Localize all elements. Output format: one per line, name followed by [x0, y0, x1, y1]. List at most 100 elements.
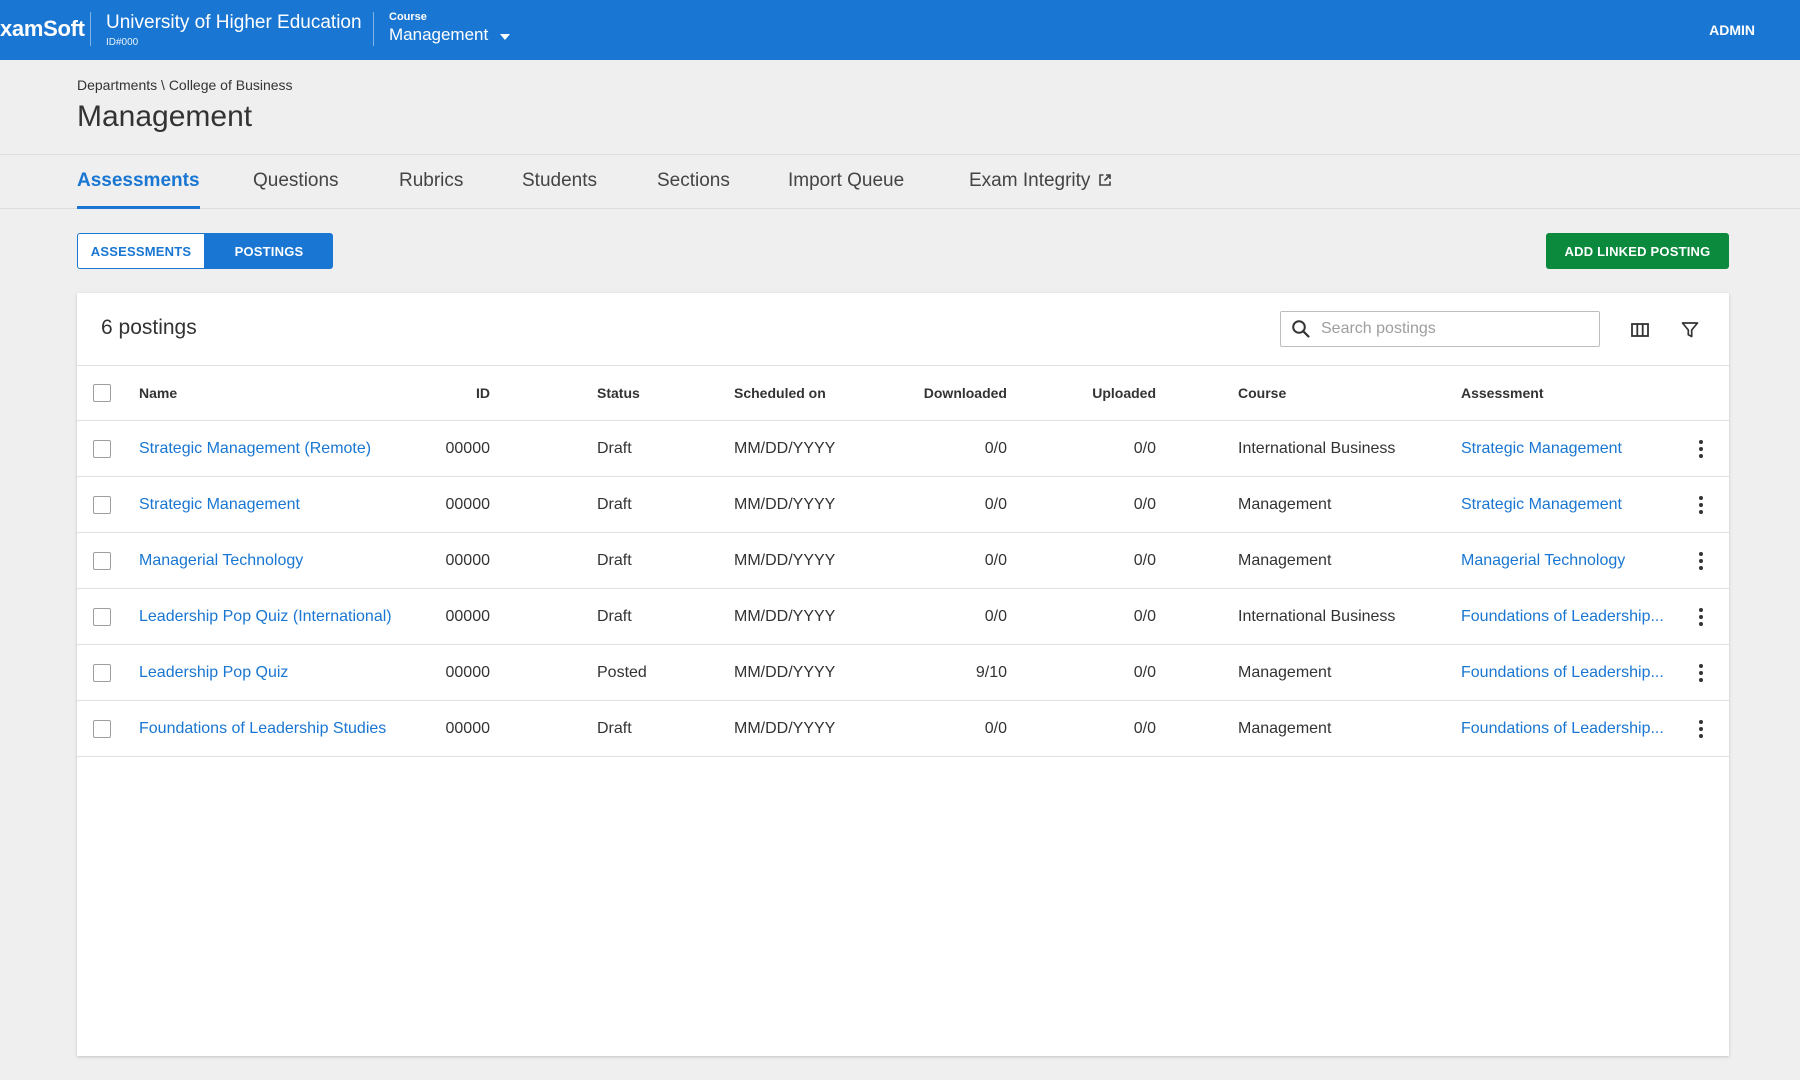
posting-name-link[interactable]: Strategic Management: [139, 477, 300, 532]
posting-downloaded: 0/0: [984, 719, 1007, 737]
row-checkbox[interactable]: [93, 551, 111, 570]
tab-sections[interactable]: Sections: [657, 170, 730, 192]
search-input[interactable]: [1321, 320, 1591, 338]
posting-uploaded: 0/0: [1133, 551, 1156, 569]
assessment-link-text: Managerial Technology: [1461, 551, 1626, 569]
posting-status: Draft: [597, 719, 632, 737]
posting-uploaded: 0/0: [1133, 719, 1156, 737]
table-header: Name ID Status Scheduled on Downloaded U…: [77, 365, 1729, 421]
posting-name-link[interactable]: Leadership Pop Quiz: [139, 645, 288, 700]
posting-id: 00000: [445, 551, 491, 569]
more-vert-icon[interactable]: [1691, 435, 1711, 463]
posting-scheduled: MM/DD/YYYY: [734, 439, 836, 457]
posting-uploaded: 0/0: [1133, 607, 1156, 625]
more-vert-icon[interactable]: [1691, 659, 1711, 687]
assessment-link[interactable]: Foundations of Leadership...: [1461, 589, 1664, 644]
posting-name-link[interactable]: Strategic Management (Remote): [139, 421, 371, 476]
filter-icon[interactable]: [1679, 319, 1701, 341]
column-header-name[interactable]: Name: [139, 366, 177, 420]
column-header-course[interactable]: Course: [1238, 366, 1286, 420]
tab-assessments[interactable]: Assessments: [77, 170, 200, 209]
caret-down-icon: [500, 33, 511, 40]
row-select-cell: [93, 477, 111, 532]
tab-rubrics[interactable]: Rubrics: [399, 170, 463, 192]
select-all-cell: [93, 366, 111, 420]
posting-status: Draft: [597, 551, 632, 569]
posting-name-link[interactable]: Foundations of Leadership Studies: [139, 701, 386, 756]
assessment-link[interactable]: Strategic Management: [1461, 421, 1622, 476]
user-menu[interactable]: ADMIN: [1709, 22, 1755, 38]
posting-course: Management: [1238, 663, 1332, 681]
select-all-checkbox[interactable]: [93, 384, 111, 402]
posting-name-link[interactable]: Leadership Pop Quiz (International): [139, 589, 392, 644]
assessment-link[interactable]: Foundations of Leadership...: [1461, 645, 1664, 700]
more-vert-icon[interactable]: [1691, 491, 1711, 519]
column-header-uploaded[interactable]: Uploaded: [1027, 366, 1156, 420]
posting-id: 00000: [445, 719, 491, 737]
tab-students[interactable]: Students: [522, 170, 597, 192]
row-select-cell: [93, 533, 111, 588]
posting-downloaded: 9/10: [975, 663, 1007, 681]
row-select-cell: [93, 701, 111, 756]
assessment-link[interactable]: Managerial Technology: [1461, 533, 1625, 588]
columns-icon[interactable]: [1629, 319, 1651, 341]
assessment-link-text: Strategic Management: [1461, 495, 1622, 513]
posting-scheduled: MM/DD/YYYY: [734, 495, 836, 513]
row-actions-cell: [1691, 701, 1711, 756]
posting-uploaded: 0/0: [1133, 663, 1156, 681]
table-row: Managerial Technology 00000 Draft MM/DD/…: [77, 533, 1729, 589]
tab-questions[interactable]: Questions: [253, 170, 339, 192]
search-box: [1280, 311, 1600, 347]
row-checkbox[interactable]: [93, 495, 111, 514]
posting-downloaded: 0/0: [984, 551, 1007, 569]
column-header-assessment[interactable]: Assessment: [1461, 366, 1544, 420]
course-label: Course: [389, 11, 427, 23]
posting-id: 00000: [445, 663, 491, 681]
assessment-link[interactable]: Foundations of Leadership...: [1461, 701, 1664, 756]
column-header-downloaded[interactable]: Downloaded: [877, 366, 1007, 420]
posting-uploaded: 0/0: [1133, 439, 1156, 457]
row-checkbox[interactable]: [93, 663, 111, 682]
app-logo[interactable]: xamSoft: [0, 16, 85, 42]
posting-name-link[interactable]: Managerial Technology: [139, 533, 303, 588]
posting-uploaded: 0/0: [1133, 495, 1156, 513]
search-icon: [1292, 320, 1310, 338]
postings-count: 6 postings: [101, 316, 197, 339]
add-linked-posting-button[interactable]: ADD LINKED POSTING: [1546, 233, 1729, 269]
divider: [373, 12, 374, 46]
postings-toggle-button[interactable]: POSTINGS: [205, 233, 333, 269]
tab-exam-integrity[interactable]: Exam Integrity: [969, 170, 1112, 193]
more-vert-icon[interactable]: [1691, 547, 1711, 575]
row-checkbox[interactable]: [93, 719, 111, 738]
posting-course: Management: [1238, 551, 1332, 569]
row-checkbox[interactable]: [93, 607, 111, 626]
row-actions-cell: [1691, 645, 1711, 700]
posting-course: International Business: [1238, 439, 1396, 457]
posting-course: International Business: [1238, 607, 1396, 625]
institution-id: ID#000: [106, 37, 139, 48]
posting-course: Management: [1238, 719, 1332, 737]
posting-status: Draft: [597, 607, 632, 625]
more-vert-icon[interactable]: [1691, 603, 1711, 631]
assessment-link-text: Foundations of Leadership...: [1461, 607, 1664, 625]
divider: [90, 12, 91, 46]
breadcrumb[interactable]: Departments \ College of Business: [77, 77, 293, 93]
tab-import-queue[interactable]: Import Queue: [788, 170, 904, 192]
more-vert-icon[interactable]: [1691, 715, 1711, 743]
assessment-link[interactable]: Strategic Management: [1461, 477, 1622, 532]
assessments-toggle-button[interactable]: ASSESSMENTS: [77, 233, 205, 269]
column-header-id[interactable]: ID: [397, 366, 490, 420]
posting-scheduled: MM/DD/YYYY: [734, 719, 836, 737]
column-header-scheduled[interactable]: Scheduled on: [734, 366, 826, 420]
table-row: Leadership Pop Quiz 00000 Posted MM/DD/Y…: [77, 645, 1729, 701]
posting-status: Draft: [597, 439, 632, 457]
column-header-status[interactable]: Status: [597, 366, 640, 420]
row-select-cell: [93, 645, 111, 700]
institution-name: University of Higher Education: [106, 12, 362, 33]
posting-downloaded: 0/0: [984, 607, 1007, 625]
tab-bar: Assessments Questions Rubrics Students S…: [0, 154, 1800, 209]
row-actions-cell: [1691, 533, 1711, 588]
course-selector[interactable]: Management: [389, 25, 511, 45]
row-checkbox[interactable]: [93, 439, 111, 458]
row-select-cell: [93, 421, 111, 476]
